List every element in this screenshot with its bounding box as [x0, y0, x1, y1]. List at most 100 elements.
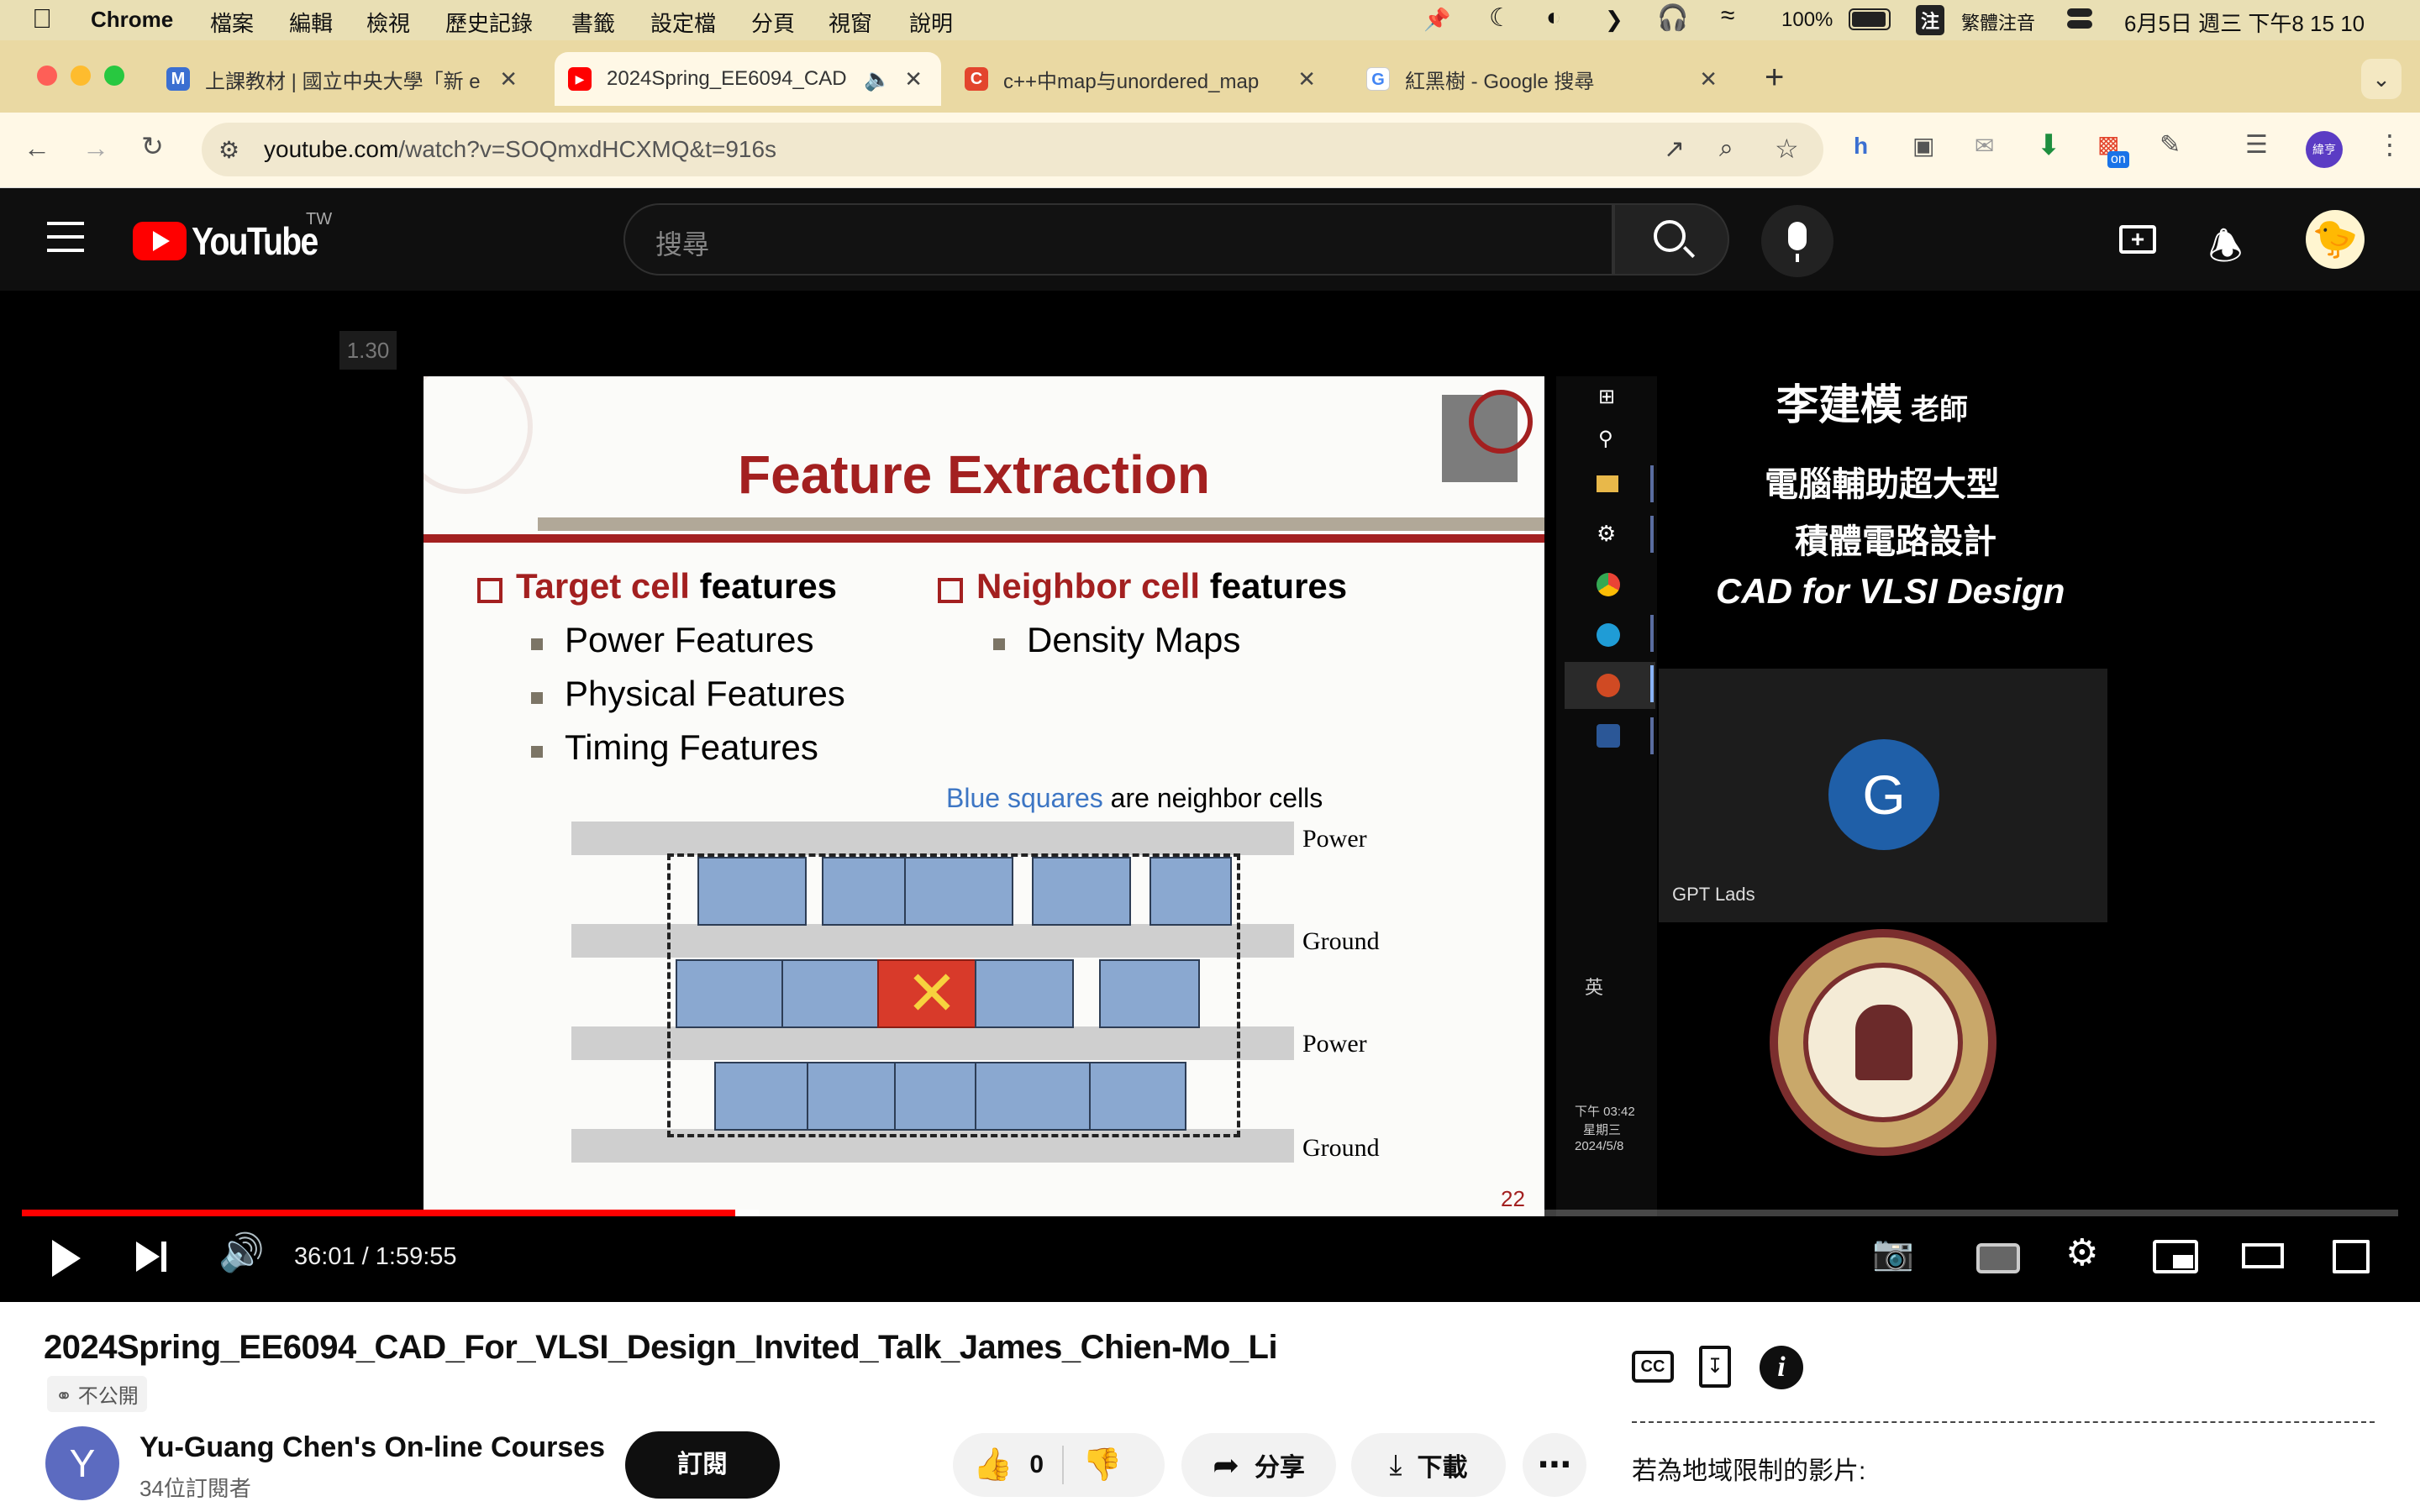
extension-badge: on: [2107, 151, 2129, 168]
input-method-label[interactable]: 繁體注音: [1961, 8, 2035, 35]
site-settings-icon[interactable]: ⚙: [218, 136, 239, 164]
download-file-icon[interactable]: ↧: [1699, 1346, 1731, 1388]
close-icon[interactable]: ✕: [499, 66, 518, 92]
volume-icon[interactable]: 🔊: [218, 1235, 265, 1272]
cc-icon[interactable]: CC: [1632, 1351, 1674, 1383]
c-favicon-icon: C: [965, 67, 988, 91]
more-vert-icon[interactable]: ⋮: [2376, 131, 2403, 158]
taskbar-day: 星期三: [1583, 1123, 1622, 1137]
menu-view[interactable]: 檢視: [366, 7, 410, 38]
hamburger-menu-icon[interactable]: [47, 222, 84, 252]
close-icon[interactable]: ✕: [904, 66, 923, 92]
url-text[interactable]: youtube.com/watch?v=SOQmxdHCXMQ&t=916s: [264, 136, 776, 163]
zoom-icon[interactable]: ⌕: [1719, 134, 1733, 163]
like-count[interactable]: 0: [1029, 1451, 1044, 1479]
input-method-badge[interactable]: 注: [1916, 5, 1945, 35]
app-menu-chrome[interactable]: Chrome: [91, 7, 173, 33]
left-heading: Target cell features: [516, 566, 838, 606]
zoom-window-button[interactable]: [104, 66, 124, 86]
youtube-header: YouTube TW 搜尋 + 🕭 🐤: [0, 188, 2420, 291]
country-code: TW: [306, 210, 333, 228]
bell-icon[interactable]: 🕭: [2208, 218, 2243, 284]
menu-edit[interactable]: 編輯: [289, 7, 333, 38]
profile-avatar[interactable]: 緯亨: [2306, 131, 2343, 168]
channel-name[interactable]: Yu-Guang Chen's On-line Courses: [139, 1431, 605, 1464]
battery-icon[interactable]: [1849, 8, 1891, 30]
apple-icon[interactable]: : [32, 3, 52, 34]
subscriber-count: 34位訂閱者: [139, 1476, 251, 1501]
progress-bar-track[interactable]: [22, 1210, 2398, 1216]
moon-icon[interactable]: ☾: [1489, 3, 1512, 33]
contrast-icon[interactable]: ◐: [1546, 3, 1561, 32]
wifi-icon[interactable]: ≈: [1721, 2, 1734, 30]
menu-bookmarks[interactable]: 書籤: [571, 7, 615, 38]
miniplayer-icon[interactable]: [2153, 1240, 2198, 1273]
tab-search-chevron-icon[interactable]: ⌄: [2361, 59, 2402, 99]
tab-cpp-map[interactable]: C c++中map与unordered_map ✕: [965, 52, 1334, 106]
tab-title: 上課教材 | 國立中央大學「新 e: [205, 70, 481, 93]
back-icon[interactable]: ←: [24, 134, 50, 161]
picture-in-picture-extension-icon[interactable]: ▣: [1912, 134, 1934, 158]
search-input[interactable]: 搜尋: [655, 223, 709, 262]
download-button[interactable]: ⤓ 下載: [1351, 1433, 1506, 1497]
open-in-app-icon[interactable]: ↗: [1664, 134, 1685, 164]
forward-icon[interactable]: →: [82, 134, 109, 161]
clock[interactable]: 6月5日 週三 下午8 15 10: [2124, 7, 2365, 38]
reload-icon[interactable]: ↻: [141, 133, 164, 160]
menu-help[interactable]: 說明: [909, 7, 953, 38]
next-video-button[interactable]: [136, 1242, 160, 1272]
speaker-icon[interactable]: 🔈: [864, 66, 891, 92]
control-center-icon[interactable]: [2067, 8, 2092, 30]
folder-icon: [1597, 475, 1618, 492]
video-player[interactable]: 1.30 Feature Extraction Target cell feat…: [0, 291, 2420, 1302]
participant-tile: G GPT Lads: [1659, 669, 2107, 922]
pin-icon[interactable]: 📌: [1423, 7, 1450, 33]
description-divider: [1632, 1421, 2375, 1423]
share-button[interactable]: ➦ 分享: [1181, 1433, 1336, 1497]
search-button[interactable]: [1613, 203, 1729, 276]
more-actions-button[interactable]: ⋯: [1523, 1433, 1586, 1497]
close-icon[interactable]: ✕: [1699, 66, 1718, 92]
menu-window[interactable]: 視窗: [829, 7, 872, 38]
youtube-play-logo-icon: [133, 222, 187, 260]
menu-profiles[interactable]: 設定檔: [650, 7, 716, 38]
menu-file[interactable]: 檔案: [210, 7, 254, 38]
thumbs-up-icon[interactable]: 👍: [973, 1446, 1013, 1483]
rail-label: Ground: [1302, 1134, 1380, 1162]
search-box[interactable]: 搜尋: [623, 203, 1613, 276]
account-avatar[interactable]: 🐤: [2306, 210, 2365, 269]
create-video-icon[interactable]: +: [2119, 225, 2156, 254]
new-tab-button[interactable]: +: [1765, 59, 1784, 97]
playback-rate-overlay: 1.30: [339, 331, 397, 370]
theater-mode-icon[interactable]: [2242, 1243, 2284, 1268]
bookmark-star-icon[interactable]: ☆: [1775, 133, 1799, 165]
tab-course-material[interactable]: M 上課教材 | 國立中央大學「新 e ✕: [166, 52, 536, 106]
media-queue-icon[interactable]: ☰: [2245, 133, 2268, 158]
h-extension-icon[interactable]: h: [1854, 134, 1868, 158]
menu-tab[interactable]: 分頁: [751, 7, 795, 38]
close-icon[interactable]: ✕: [1297, 66, 1316, 92]
omnibox[interactable]: ⚙ youtube.com/watch?v=SOQmxdHCXMQ&t=916s…: [202, 123, 1823, 176]
download-icon: ⤓: [1389, 1448, 1402, 1481]
minimize-window-button[interactable]: [71, 66, 91, 86]
puzzle-extensions-icon[interactable]: ✎: [2160, 133, 2181, 158]
menu-history[interactable]: 歷史記錄: [445, 7, 533, 38]
chevron-right-icon[interactable]: ❯: [1605, 7, 1623, 33]
subscribe-button[interactable]: 訂閱: [625, 1431, 780, 1499]
close-window-button[interactable]: [37, 66, 57, 86]
voice-search-button[interactable]: [1761, 205, 1833, 277]
info-icon[interactable]: i: [1760, 1346, 1803, 1389]
settings-gear-icon[interactable]: ⚙: [2065, 1235, 2098, 1272]
tab-google-search[interactable]: G 紅黑樹 - Google 搜尋 ✕: [1366, 52, 1736, 106]
fullscreen-icon[interactable]: [2333, 1240, 2370, 1273]
thumbs-down-icon[interactable]: 👎: [1082, 1446, 1122, 1483]
share-label: 分享: [1254, 1454, 1305, 1482]
mail-extension-icon[interactable]: ✉: [1975, 134, 1994, 158]
download-extension-icon[interactable]: ⬇: [2037, 131, 2061, 160]
screenshot-camera-icon[interactable]: 📷: [1872, 1236, 1914, 1270]
subtitles-icon[interactable]: [1976, 1243, 2020, 1273]
headphones-icon[interactable]: 🎧: [1657, 3, 1688, 33]
channel-avatar[interactable]: Y: [45, 1426, 119, 1500]
play-button[interactable]: [52, 1240, 81, 1277]
tab-youtube-video[interactable]: ▶ 2024Spring_EE6094_CAD 🔈 ✕: [555, 52, 941, 106]
